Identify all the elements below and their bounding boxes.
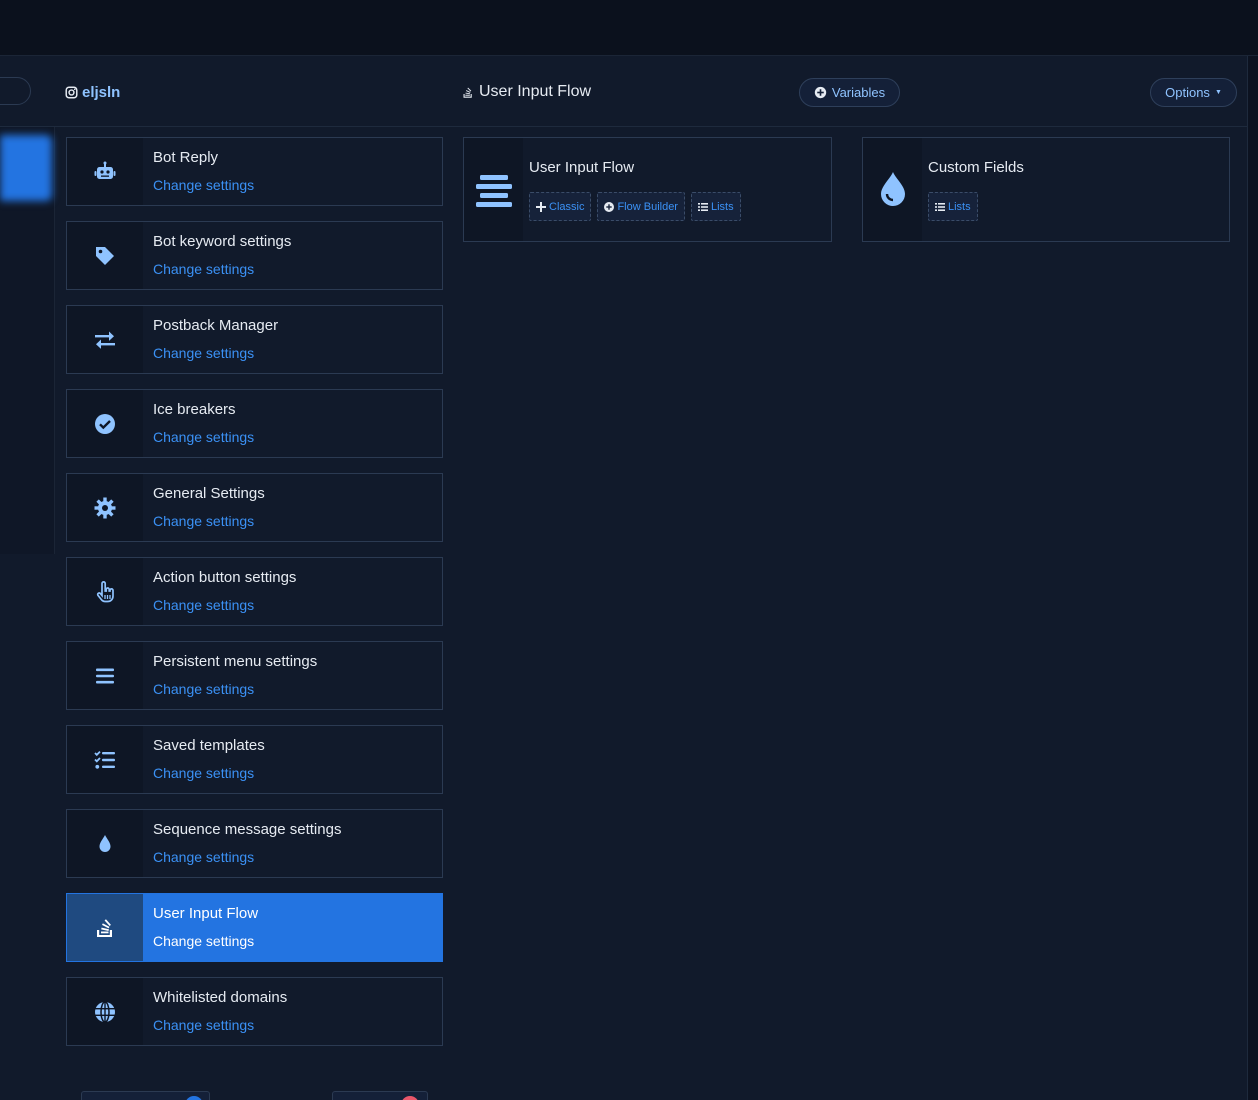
- exchange-arrows-icon: [67, 306, 143, 373]
- classic-label: Classic: [549, 200, 585, 213]
- menu-item-title: Ice breakers: [153, 401, 236, 418]
- menu-item-saved-templates[interactable]: Saved templates Change settings: [66, 725, 443, 794]
- lists-label: Lists: [710, 200, 734, 213]
- gear-icon: [67, 474, 143, 541]
- menu-item-user-input-flow[interactable]: User Input Flow Change settings: [66, 893, 443, 962]
- account-name-label: eljsln: [82, 83, 121, 101]
- menu-item-title: Bot Reply: [153, 149, 219, 166]
- drop-icon: [67, 810, 143, 877]
- menu-item-persistent-menu-settings[interactable]: Persistent menu settings Change settings: [66, 641, 443, 710]
- stack-overflow-icon: [463, 87, 472, 98]
- custom-fields-lists-button[interactable]: Lists: [928, 192, 978, 221]
- list-icon: [935, 202, 945, 211]
- flow-builder-button[interactable]: Flow Builder: [597, 192, 685, 221]
- flow-builder-label: Flow Builder: [617, 200, 678, 213]
- change-settings-link[interactable]: Change settings: [153, 261, 291, 277]
- menu-item-whitelisted-domains[interactable]: Whitelisted domains Change settings: [66, 977, 443, 1046]
- tasks-list-icon: [67, 726, 143, 793]
- menu-item-title: General Settings: [153, 485, 265, 502]
- lists-label: Lists: [948, 200, 971, 213]
- options-dropdown-button[interactable]: Options ▼: [1150, 78, 1237, 107]
- custom-fields-card: Custom Fields Lists: [862, 137, 1230, 242]
- stack-overflow-icon: [67, 894, 143, 961]
- tag-icon: [67, 222, 143, 289]
- menu-item-sequence-message-settings[interactable]: Sequence message settings Change setting…: [66, 809, 443, 878]
- change-settings-link[interactable]: Change settings: [153, 681, 317, 697]
- change-settings-link[interactable]: Change settings: [153, 1017, 287, 1033]
- plus-circle-icon: [604, 201, 615, 212]
- menu-item-title: Sequence message settings: [153, 821, 342, 838]
- align-center-icon: [464, 138, 523, 241]
- card-title: User Input Flow: [529, 159, 635, 176]
- menu-item-postback-manager[interactable]: Postback Manager Change settings: [66, 305, 443, 374]
- bottom-action-button[interactable]: [332, 1091, 428, 1100]
- sidebar-search-input[interactable]: [0, 77, 31, 105]
- card-title: Custom Fields: [928, 159, 1024, 176]
- menu-item-title: User Input Flow: [153, 905, 259, 922]
- change-settings-link[interactable]: Change settings: [153, 429, 254, 445]
- menu-item-general-settings[interactable]: General Settings Change settings: [66, 473, 443, 542]
- menu-item-bot-keyword-settings[interactable]: Bot keyword settings Change settings: [66, 221, 443, 290]
- list-icon: [697, 202, 708, 211]
- header-divider: [0, 126, 1248, 127]
- variables-label: Variables: [831, 85, 886, 100]
- change-settings-link[interactable]: Change settings: [153, 849, 341, 865]
- bars-icon: [67, 642, 143, 709]
- globe-icon: [67, 978, 143, 1045]
- variables-button[interactable]: Variables: [799, 78, 900, 107]
- count-badge: [401, 1096, 419, 1100]
- menu-item-action-button-settings[interactable]: Action button settings Change settings: [66, 557, 443, 626]
- user-input-flow-card: User Input Flow Classic Flow Builder Lis…: [463, 137, 832, 242]
- sidebar-active-item[interactable]: [0, 135, 52, 201]
- change-settings-link[interactable]: Change settings: [153, 345, 278, 361]
- change-settings-link[interactable]: Change settings: [153, 513, 265, 529]
- drop-icon: [863, 138, 922, 241]
- change-settings-link[interactable]: Change settings: [153, 597, 296, 613]
- menu-item-ice-breakers[interactable]: Ice breakers Change settings: [66, 389, 443, 458]
- hand-pointer-icon: [67, 558, 143, 625]
- robot-icon: [67, 138, 143, 205]
- count-badge: [185, 1096, 203, 1100]
- menu-item-title: Saved templates: [153, 737, 265, 754]
- menu-item-title: Persistent menu settings: [153, 653, 318, 670]
- change-settings-link[interactable]: Change settings: [153, 177, 254, 193]
- menu-item-title: Whitelisted domains: [153, 989, 288, 1006]
- page-title: User Input Flow: [462, 82, 591, 102]
- classic-button[interactable]: Classic: [529, 192, 592, 221]
- change-settings-link[interactable]: Change settings: [153, 765, 265, 781]
- instagram-icon: [65, 85, 78, 99]
- menu-item-bot-reply[interactable]: Bot Reply Change settings: [66, 137, 443, 206]
- options-label: Options: [1165, 85, 1210, 100]
- page-title-text: User Input Flow: [479, 83, 592, 100]
- menu-item-title: Postback Manager: [153, 317, 279, 334]
- change-settings-link[interactable]: Change settings: [153, 933, 258, 949]
- check-circle-icon: [67, 390, 143, 457]
- account-name[interactable]: eljsln: [65, 83, 120, 101]
- plus-circle-icon: [814, 86, 827, 99]
- caret-down-icon: ▼: [1214, 89, 1222, 96]
- lists-button[interactable]: Lists: [690, 192, 741, 221]
- menu-item-title: Action button settings: [153, 569, 297, 586]
- menu-item-title: Bot keyword settings: [153, 233, 292, 250]
- bottom-action-button[interactable]: [81, 1091, 210, 1100]
- top-bar: [0, 0, 1258, 56]
- plus-icon: [536, 201, 546, 212]
